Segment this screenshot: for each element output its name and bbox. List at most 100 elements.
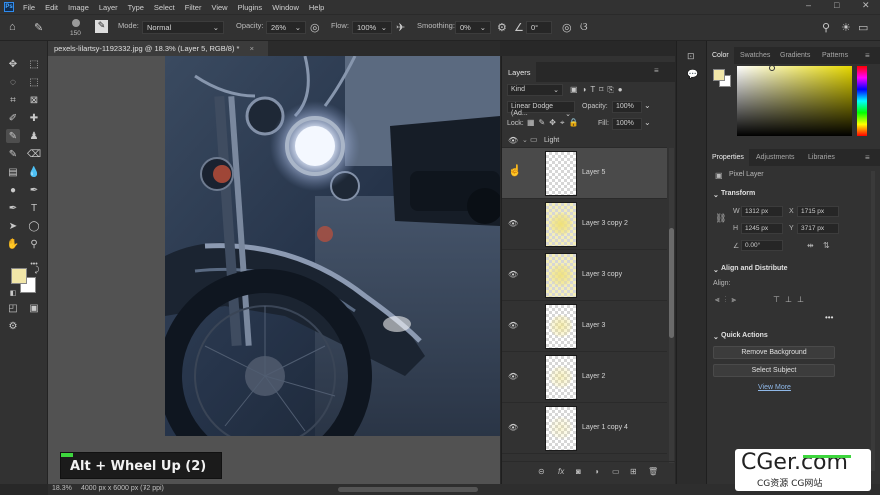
link-dimensions-icon[interactable]: ⛓ [715,213,726,224]
lock-icons[interactable]: ▦✎✥⌖🔒 [527,118,582,128]
chevron-right-icon[interactable]: › [144,485,146,492]
tab-properties[interactable]: Properties [707,149,749,166]
pressure-opacity-icon[interactable]: ◎ [310,21,320,34]
image-canvas[interactable] [165,56,500,436]
chevron-down-icon[interactable]: ⌄ [713,191,719,199]
type-tool-icon[interactable]: T [27,201,41,215]
menu-select[interactable]: Select [149,3,180,12]
menu-window[interactable]: Window [267,3,304,12]
angle-field[interactable]: 0.00° [741,240,783,251]
frame-tool-icon[interactable]: ⊠ [27,93,41,107]
chevron-down-icon[interactable]: ⌄ [522,136,528,144]
new-layer-icon[interactable]: ⊞ [630,467,637,476]
pressure-size-icon[interactable]: ◎ [562,21,572,34]
tab-libraries[interactable]: Libraries [803,149,840,166]
smoothing-field[interactable]: 0% ⌄ [455,21,491,34]
blur-tool-icon[interactable]: 💧 [27,165,41,179]
menu-type[interactable]: Type [123,3,149,12]
tab-swatches[interactable]: Swatches [735,47,775,64]
eye-icon[interactable]: 👁 [508,219,518,229]
chevron-down-icon[interactable]: ⌄ [644,118,651,127]
pen-path-tool-icon[interactable]: ✒ [6,201,20,215]
panel-menu-icon[interactable]: ≡ [865,51,870,60]
eraser-tool-icon[interactable]: ⌫ [27,147,41,161]
swap-colors-icon[interactable]: ⤸ [30,263,44,277]
panel-menu-icon[interactable]: ≡ [654,66,659,75]
zoom-tool-icon[interactable]: ⚲ [27,237,41,251]
hue-slider[interactable] [857,66,867,136]
view-more-link[interactable]: View More [758,384,791,391]
eye-icon[interactable]: 👁 [508,372,518,382]
layer-row[interactable]: 👁 Layer 1 copy 4 [502,403,667,454]
minimize-button[interactable]: – [806,0,811,10]
mode-select[interactable]: Normal ⌄ [142,21,224,34]
clone-stamp-tool-icon[interactable]: ♟ [27,129,41,143]
link-icon[interactable]: ⊝ [538,467,545,476]
eye-icon[interactable]: 👁 [508,423,518,433]
angle-field[interactable]: 0° [526,21,552,34]
comments-icon[interactable]: 💬 [687,69,698,80]
menu-image[interactable]: Image [63,3,94,12]
height-field[interactable]: 1245 px [741,223,783,234]
close-button[interactable]: ✕ [862,0,870,11]
flip-horizontal-icon[interactable]: ⇹ [807,241,814,250]
eye-icon[interactable]: 👁 [508,321,518,331]
layer-group-row[interactable]: 👁 ⌄ ▭ Light [502,134,667,148]
crop-tool-icon[interactable]: ⌗ [6,93,20,107]
edit-toolbar-icon[interactable]: ⚙ [6,319,20,333]
align-vertical-icons[interactable]: ⊤⊥⊥ [773,295,809,304]
properties-scrollbar[interactable] [871,171,875,471]
eyedropper-tool-icon[interactable]: ✐ [6,111,20,125]
object-select-tool-icon[interactable]: ⬚ [27,75,41,89]
layer-row[interactable]: 👁Layer 5☝ [502,148,667,199]
more-options-icon[interactable]: ••• [825,313,833,322]
chevron-down-icon[interactable]: ⌄ [644,101,651,110]
horizontal-scrollbar[interactable] [338,487,478,492]
flow-field[interactable]: 100% ⌄ [352,21,392,34]
group-icon[interactable]: ▭ [612,467,620,476]
opacity-field[interactable]: 26% ⌄ [266,21,306,34]
eye-icon[interactable]: 👁 [508,270,518,280]
color-foreground-swatch[interactable] [713,69,725,81]
marquee-tool-icon[interactable]: ⬚ [27,57,41,71]
history-icon[interactable]: ⊡ [687,51,695,62]
smoothing-options-icon[interactable]: ⚙ [497,21,507,34]
layer-row[interactable]: 👁 Layer 3 copy 2 [502,199,667,250]
tab-layers[interactable]: Layers [502,62,536,82]
brush-settings-icon[interactable]: ✎ [95,20,108,33]
brush-tool-icon[interactable]: ✎ [6,129,20,143]
trash-icon[interactable]: 🗑 [648,467,658,476]
layers-scrollbar[interactable] [669,148,674,463]
maximize-button[interactable]: □ [834,0,839,10]
select-subject-button[interactable]: Select Subject [713,364,835,377]
color-picker-ring[interactable] [769,65,775,71]
workspace-icon[interactable]: ▭ [858,21,868,34]
status-zoom[interactable]: 18.3% [52,485,72,492]
width-field[interactable]: 1312 px [741,206,783,217]
gradient-tool-icon[interactable]: ▤ [6,165,20,179]
document-tab[interactable]: pexels-lilartsy-1192332.jpg @ 18.3% (Lay… [48,41,268,56]
lasso-tool-icon[interactable]: ◌ [6,75,20,89]
search-icon[interactable]: ⚲ [822,21,830,34]
screen-mode-icon[interactable]: ▣ [27,301,41,315]
layer-opacity-field[interactable]: 100% [612,101,642,113]
lightbulb-icon[interactable]: ☀ [841,21,851,34]
layer-row[interactable]: 👁 Layer 2 [502,352,667,403]
ellipse-tool-icon[interactable]: ◯ [27,219,41,233]
hand-tool-icon[interactable]: ✋ [6,237,20,251]
symmetry-butterfly-icon[interactable]: ଓ [580,21,588,34]
menu-help[interactable]: Help [304,3,329,12]
eye-icon[interactable]: 👁 [508,136,518,145]
menu-plugins[interactable]: Plugins [233,3,268,12]
scrollbar-thumb[interactable] [669,228,674,338]
flip-vertical-icon[interactable]: ⇅ [823,241,830,250]
healing-brush-tool-icon[interactable]: ✚ [27,111,41,125]
menu-layer[interactable]: Layer [94,3,123,12]
document-tab-close-icon[interactable]: × [250,44,254,53]
layer-row[interactable]: 👁 Layer 3 copy [502,250,667,301]
menu-filter[interactable]: Filter [180,3,207,12]
dodge-tool-icon[interactable]: ● [6,183,20,197]
pen-tool-icon[interactable]: ✒ [27,183,41,197]
x-field[interactable]: 1715 px [797,206,839,217]
tab-adjustments[interactable]: Adjustments [751,149,800,166]
